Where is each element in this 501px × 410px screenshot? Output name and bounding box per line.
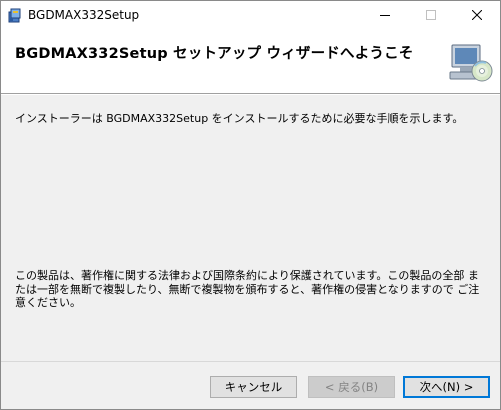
computer-disc-icon (446, 39, 494, 87)
maximize-button (408, 1, 454, 29)
footer-divider (1, 361, 500, 362)
close-button[interactable] (454, 1, 500, 29)
setup-wizard-window: BGDMAX332Setup BGDMAX332Setup セットアップ ウィザ… (0, 0, 501, 410)
next-button[interactable]: 次へ(N) > (403, 376, 490, 398)
intro-text: インストーラーは BGDMAX332Setup をインストールするために必要な手… (15, 112, 464, 125)
copyright-notice: この製品は、著作権に関する法律および国際条約により保護されています。この製品の全… (15, 269, 480, 309)
installer-package-icon (7, 7, 23, 23)
close-icon (472, 10, 482, 20)
wizard-content: インストーラーは BGDMAX332Setup をインストールするために必要な手… (1, 96, 500, 359)
minimize-button[interactable] (362, 1, 408, 29)
wizard-banner: BGDMAX332Setup セットアップ ウィザードへようこそ (1, 29, 500, 93)
maximize-icon (426, 10, 436, 20)
banner-title: BGDMAX332Setup セットアップ ウィザードへようこそ (15, 46, 414, 62)
title-bar[interactable]: BGDMAX332Setup (1, 1, 500, 29)
banner-divider (1, 93, 500, 95)
minimize-icon (380, 10, 390, 20)
back-button: < 戻る(B) (308, 376, 395, 398)
window-title: BGDMAX332Setup (28, 8, 140, 22)
cancel-button[interactable]: キャンセル (210, 376, 297, 398)
